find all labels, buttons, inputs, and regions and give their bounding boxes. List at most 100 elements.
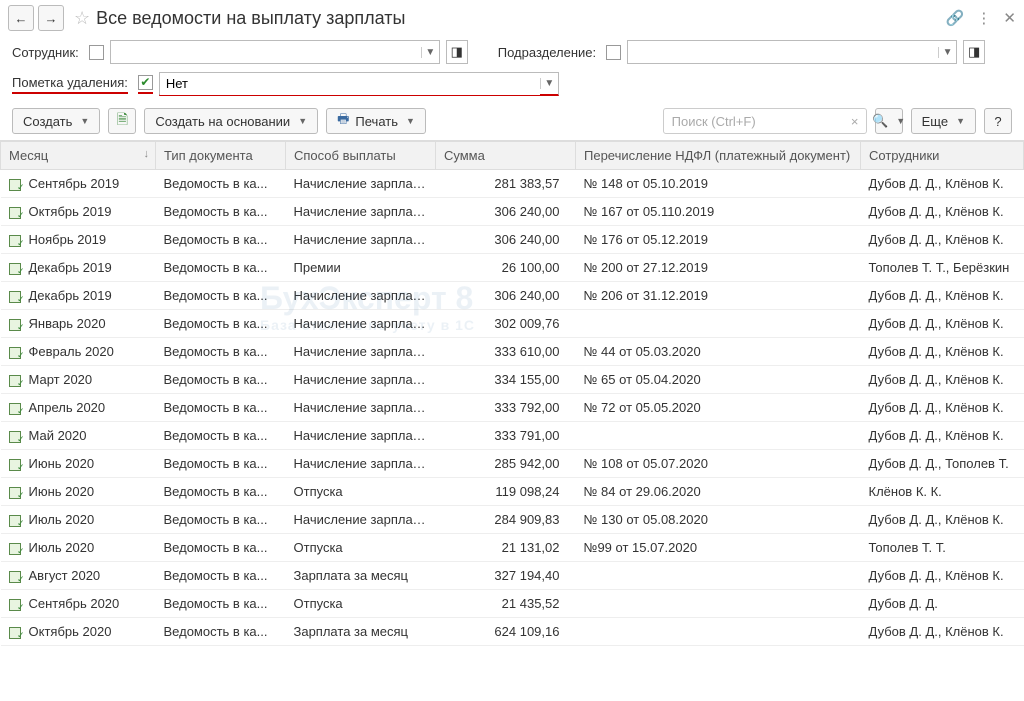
cell-employees: Дубов Д. Д., Клёнов К. <box>861 506 1024 534</box>
col-month[interactable]: Месяц↓ <box>1 142 156 170</box>
cell-sum: 302 009,76 <box>436 310 576 338</box>
chevron-down-icon[interactable]: ▼ <box>540 78 558 89</box>
col-pay-method[interactable]: Способ выплаты <box>286 142 436 170</box>
cell-month: Февраль 2020 <box>1 338 156 366</box>
deletion-mark-checkbox[interactable]: ✔ <box>138 75 153 90</box>
help-button[interactable]: ? <box>984 108 1012 134</box>
cell-pay-method: Премии <box>286 254 436 282</box>
cell-sum: 21 131,02 <box>436 534 576 562</box>
cell-pay-method: Начисление зарплаты <box>286 198 436 226</box>
col-ndfl[interactable]: Перечисление НДФЛ (платежный документ) <box>576 142 861 170</box>
cell-employees: Дубов Д. Д., Клёнов К. <box>861 422 1024 450</box>
table-row[interactable]: Апрель 2020Ведомость в ка...Начисление з… <box>1 394 1024 422</box>
table-row[interactable]: Июнь 2020Ведомость в ка...Начисление зар… <box>1 450 1024 478</box>
print-button-label: Печать <box>355 114 398 129</box>
document-icon <box>9 487 23 499</box>
cell-sum: 333 792,00 <box>436 394 576 422</box>
cell-employees: Дубов Д. Д., Клёнов К. <box>861 562 1024 590</box>
table-row[interactable]: Октябрь 2020Ведомость в ка...Зарплата за… <box>1 618 1024 646</box>
search-input[interactable] <box>664 114 844 129</box>
col-doc-type[interactable]: Тип документа <box>156 142 286 170</box>
employee-filter-label: Сотрудник: <box>12 45 79 60</box>
table-row[interactable]: Сентябрь 2020Ведомость в ка...Отпуска21 … <box>1 590 1024 618</box>
cell-doc-type: Ведомость в ка... <box>156 310 286 338</box>
table-row[interactable]: Октябрь 2019Ведомость в ка...Начисление … <box>1 198 1024 226</box>
table-row[interactable]: Июнь 2020Ведомость в ка...Отпуска119 098… <box>1 478 1024 506</box>
department-filter-checkbox[interactable] <box>606 45 621 60</box>
cell-month: Июнь 2020 <box>1 450 156 478</box>
chevron-down-icon[interactable]: ▼ <box>938 47 956 58</box>
table-row[interactable]: Ноябрь 2019Ведомость в ка...Начисление з… <box>1 226 1024 254</box>
col-sum[interactable]: Сумма <box>436 142 576 170</box>
deletion-mark-combo[interactable]: ▼ <box>159 72 559 96</box>
cell-pay-method: Отпуска <box>286 534 436 562</box>
table-row[interactable]: Май 2020Ведомость в ка...Начисление зарп… <box>1 422 1024 450</box>
cell-doc-type: Ведомость в ка... <box>156 590 286 618</box>
cell-month: Сентябрь 2019 <box>1 170 156 198</box>
employee-open-button[interactable]: ◨ <box>446 40 468 64</box>
close-icon[interactable]: ✕ <box>1003 9 1016 27</box>
table-row[interactable]: Июль 2020Ведомость в ка...Начисление зар… <box>1 506 1024 534</box>
create-button[interactable]: Создать ▼ <box>12 108 100 134</box>
create-based-on-button[interactable]: Создать на основании ▼ <box>144 108 318 134</box>
cell-employees: Дубов Д. Д., Клёнов К. <box>861 618 1024 646</box>
employee-filter-checkbox[interactable] <box>89 45 104 60</box>
search-icon: 🔍 <box>872 113 888 129</box>
table-row[interactable]: Февраль 2020Ведомость в ка...Начисление … <box>1 338 1024 366</box>
cell-ndfl <box>576 310 861 338</box>
cell-ndfl: № 206 от 31.12.2019 <box>576 282 861 310</box>
cell-doc-type: Ведомость в ка... <box>156 394 286 422</box>
employee-filter-combo[interactable]: ▼ <box>110 40 440 64</box>
table-row[interactable]: Декабрь 2019Ведомость в ка...Премии26 10… <box>1 254 1024 282</box>
department-filter-input[interactable] <box>628 41 938 63</box>
clear-search-icon[interactable]: × <box>844 114 866 129</box>
cell-sum: 333 791,00 <box>436 422 576 450</box>
cell-doc-type: Ведомость в ка... <box>156 226 286 254</box>
table-row[interactable]: Январь 2020Ведомость в ка...Начисление з… <box>1 310 1024 338</box>
more-button[interactable]: Еще ▼ <box>911 108 976 134</box>
document-icon <box>9 207 23 219</box>
table-row[interactable]: Август 2020Ведомость в ка...Зарплата за … <box>1 562 1024 590</box>
department-filter-combo[interactable]: ▼ <box>627 40 957 64</box>
deletion-mark-input[interactable] <box>160 73 540 95</box>
print-button[interactable]: 🖶 Печать ▼ <box>326 108 426 134</box>
chevron-down-icon: ▼ <box>406 116 415 126</box>
cell-doc-type: Ведомость в ка... <box>156 254 286 282</box>
advanced-search-button[interactable]: 🔍 ▼ <box>875 108 903 134</box>
cell-pay-method: Зарплата за месяц <box>286 618 436 646</box>
nav-forward-button[interactable]: → <box>38 5 64 31</box>
new-doc-button[interactable]: 🗎 <box>108 108 136 134</box>
table-row[interactable]: Сентябрь 2019Ведомость в ка...Начисление… <box>1 170 1024 198</box>
cell-ndfl <box>576 562 861 590</box>
cell-doc-type: Ведомость в ка... <box>156 366 286 394</box>
employee-filter-input[interactable] <box>111 41 421 63</box>
chevron-down-icon[interactable]: ▼ <box>421 47 439 58</box>
kebab-menu-icon[interactable]: ⋮ <box>976 9 991 27</box>
link-icon[interactable]: 🔗 <box>946 9 965 27</box>
cell-sum: 306 240,00 <box>436 226 576 254</box>
cell-pay-method: Начисление зарплаты <box>286 450 436 478</box>
cell-ndfl <box>576 422 861 450</box>
cell-employees: Тополев Т. Т. <box>861 534 1024 562</box>
cell-pay-method: Зарплата за месяц <box>286 562 436 590</box>
cell-ndfl: №99 от 15.07.2020 <box>576 534 861 562</box>
document-icon <box>9 347 23 359</box>
chevron-down-icon: ▼ <box>896 116 905 126</box>
search-box[interactable]: × <box>663 108 867 134</box>
table-row[interactable]: Декабрь 2019Ведомость в ка...Начисление … <box>1 282 1024 310</box>
cell-sum: 306 240,00 <box>436 198 576 226</box>
cell-sum: 281 383,57 <box>436 170 576 198</box>
document-icon <box>9 543 23 555</box>
favorite-star-icon[interactable]: ☆ <box>74 8 90 29</box>
create-based-on-label: Создать на основании <box>155 114 290 129</box>
cell-month: Декабрь 2019 <box>1 254 156 282</box>
more-button-label: Еще <box>922 114 948 129</box>
table-row[interactable]: Март 2020Ведомость в ка...Начисление зар… <box>1 366 1024 394</box>
table-row[interactable]: Июль 2020Ведомость в ка...Отпуска21 131,… <box>1 534 1024 562</box>
cell-ndfl: № 130 от 05.08.2020 <box>576 506 861 534</box>
department-open-button[interactable]: ◨ <box>963 40 985 64</box>
nav-back-button[interactable]: ← <box>8 5 34 31</box>
col-employees[interactable]: Сотрудники <box>861 142 1024 170</box>
cell-ndfl: № 44 от 05.03.2020 <box>576 338 861 366</box>
cell-pay-method: Начисление зарплаты <box>286 226 436 254</box>
